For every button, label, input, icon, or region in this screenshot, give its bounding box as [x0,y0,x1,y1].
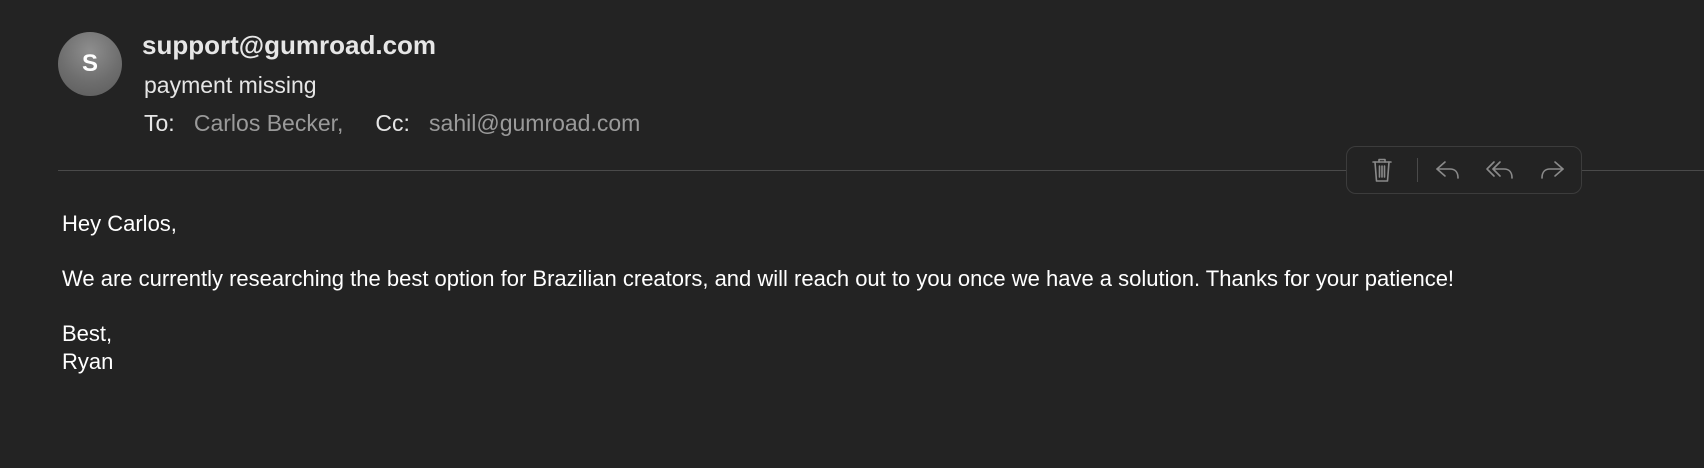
message-toolbar [1346,146,1582,194]
message-body: Hey Carlos, We are currently researching… [62,210,1454,376]
greeting: Hey Carlos, [62,211,177,236]
reply-icon [1436,161,1459,179]
toolbar-separator [1417,158,1418,182]
sender-avatar: S [58,32,122,96]
to-recipient[interactable]: Carlos Becker, [194,110,344,136]
delete-button[interactable] [1347,147,1417,193]
forward-icon [1541,161,1564,179]
recipients-line: To: Carlos Becker, Cc: sahil@gumroad.com [144,110,640,137]
email-subject: payment missing [144,72,317,98]
reply-all-icon [1486,161,1513,179]
message-paragraph: We are currently researching the best op… [62,266,1455,291]
sender-address[interactable]: support@gumroad.com [142,30,436,61]
cc-label: Cc: [375,110,410,136]
forward-button[interactable] [1526,147,1578,193]
reply-all-button[interactable] [1474,147,1526,193]
trash-icon [1372,158,1392,182]
avatar-initial: S [81,50,98,77]
closing: Best, [62,321,113,346]
to-label: To: [144,110,175,136]
reply-button[interactable] [1422,147,1474,193]
cc-recipient[interactable]: sahil@gumroad.com [429,110,640,136]
signature: Ryan [62,349,114,374]
